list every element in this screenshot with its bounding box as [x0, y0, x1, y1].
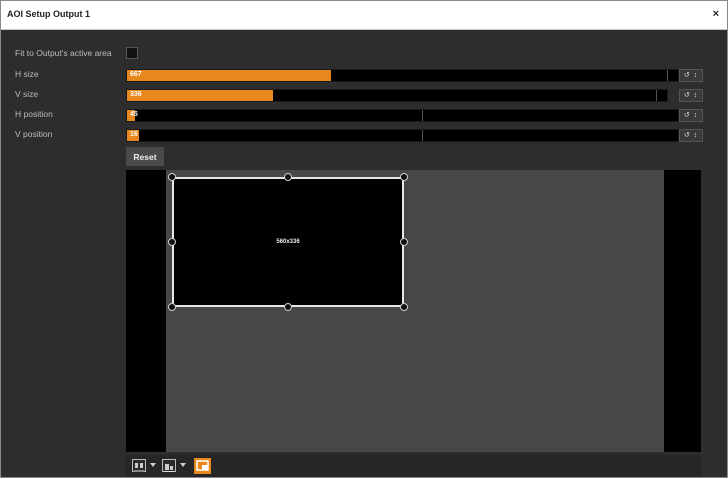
reset-button[interactable]: Reset	[126, 147, 164, 166]
aoi-handle-top-left[interactable]	[168, 173, 176, 181]
fit-active-area-label: Fit to Output's active area	[15, 48, 112, 58]
hsize-slider-fill	[127, 70, 331, 81]
aoi-setup-window: AOI Setup Output 1 × Fit to Output's act…	[0, 0, 728, 478]
hsize-slider-tick	[666, 70, 668, 81]
aoi-handle-bottom-right[interactable]	[400, 303, 408, 311]
vposition-slider-tick	[421, 130, 423, 141]
window-title: AOI Setup Output 1	[7, 9, 90, 19]
aoi-tool-glyph	[196, 460, 209, 471]
aoi-handle-bottom-left[interactable]	[168, 303, 176, 311]
align-grid-glyph	[134, 463, 144, 472]
aoi-preview-canvas: 560x336	[126, 170, 701, 452]
aoi-tool-icon[interactable]	[194, 458, 211, 474]
align-bottom-icon[interactable]	[162, 459, 176, 472]
close-icon[interactable]: ×	[713, 8, 719, 20]
hsize-reset-stepper-icon[interactable]: ↺ ↕	[679, 69, 703, 82]
aoi-handle-bottom[interactable]	[284, 303, 292, 311]
vposition-slider[interactable]: 16	[126, 129, 679, 142]
vsize-slider-tick	[656, 90, 658, 101]
title-bar: AOI Setup Output 1 ×	[1, 1, 727, 30]
aoi-handle-right[interactable]	[400, 238, 408, 246]
hposition-slider-tick	[421, 110, 423, 121]
vsize-value: 336	[130, 91, 142, 98]
fit-active-area-checkbox[interactable]	[126, 47, 138, 59]
align-bottom-dropdown-icon[interactable]	[180, 463, 186, 467]
vposition-reset-stepper-icon[interactable]: ↺ ↕	[679, 129, 703, 142]
align-bottom-glyph	[164, 464, 174, 472]
vposition-value: 16	[130, 131, 138, 138]
align-grid-icon[interactable]	[132, 459, 146, 472]
vsize-slider[interactable]: 336	[126, 89, 668, 102]
align-grid-dropdown-icon[interactable]	[150, 463, 156, 467]
hposition-reset-stepper-icon[interactable]: ↺ ↕	[679, 109, 703, 122]
hposition-value: 45	[130, 111, 138, 118]
aoi-size-label: 560x336	[276, 239, 300, 245]
hsize-value: 667	[130, 71, 142, 78]
aoi-handle-left[interactable]	[168, 238, 176, 246]
hsize-slider[interactable]: 667	[126, 69, 679, 82]
hsize-label: H size	[15, 69, 39, 79]
vsize-label: V size	[15, 89, 39, 99]
vsize-reset-stepper-icon[interactable]: ↺ ↕	[679, 89, 703, 102]
preview-toolbar	[126, 455, 701, 477]
aoi-rectangle[interactable]: 560x336	[172, 177, 404, 307]
vposition-label: V position	[15, 129, 53, 139]
aoi-handle-top-right[interactable]	[400, 173, 408, 181]
vsize-slider-fill	[127, 90, 273, 101]
hposition-slider[interactable]: 45	[126, 109, 679, 122]
settings-panel: Fit to Output's active area H size 667 ↺…	[1, 30, 727, 477]
hposition-label: H position	[15, 109, 53, 119]
aoi-handle-top[interactable]	[284, 173, 292, 181]
